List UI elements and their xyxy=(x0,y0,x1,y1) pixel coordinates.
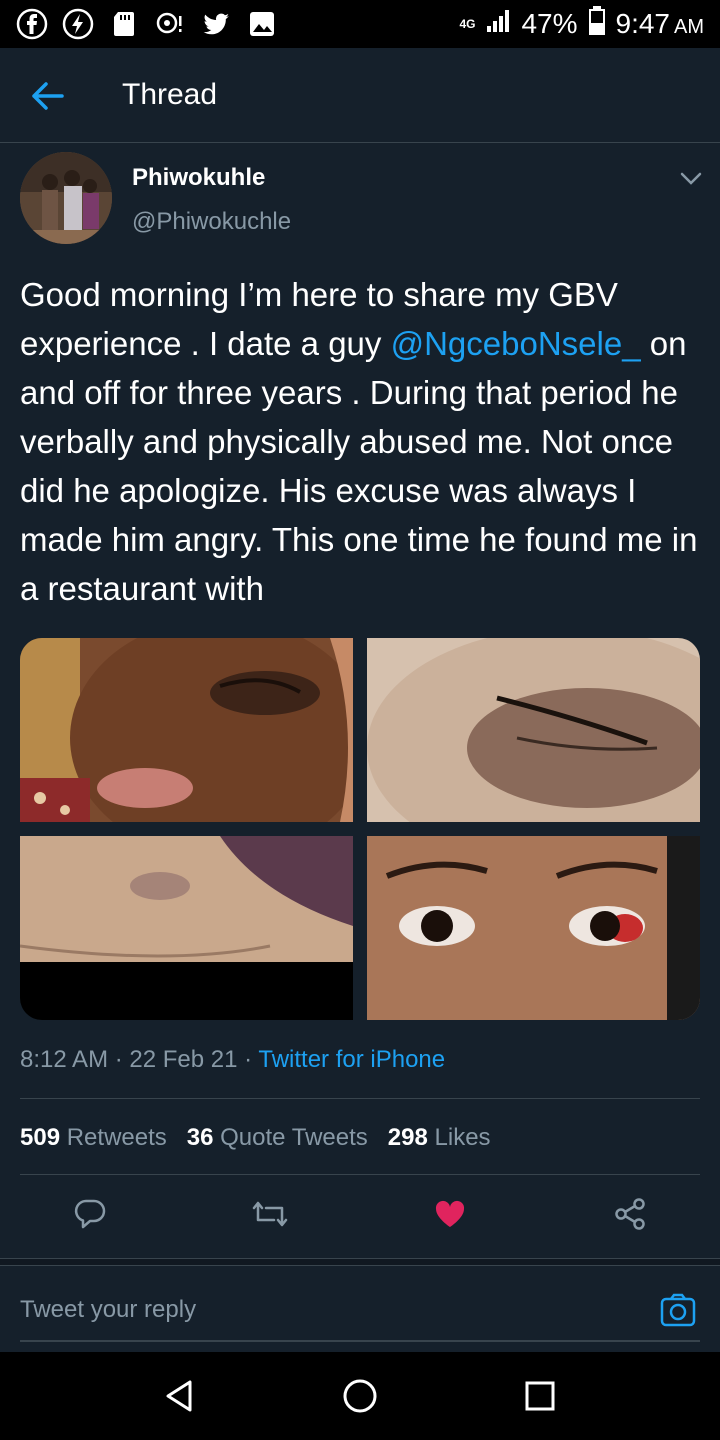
battery-icon xyxy=(588,5,606,43)
clock-ampm: AM xyxy=(674,16,704,38)
nav-recents-icon[interactable] xyxy=(520,1376,560,1416)
facebook-icon xyxy=(16,8,48,40)
tweet-text-end: on and off for three years . During that… xyxy=(20,325,698,607)
retweets-label: Retweets xyxy=(66,1124,167,1151)
likes-count: 298 xyxy=(387,1124,428,1151)
nav-home-icon[interactable] xyxy=(340,1376,380,1416)
photo-3[interactable] xyxy=(20,836,353,1020)
tweet-text: Good morning I’m here to share my GBV ex… xyxy=(20,270,710,613)
author-name[interactable]: Phiwokuhle xyxy=(132,164,265,192)
share-icon[interactable] xyxy=(610,1192,650,1236)
page-title: Thread xyxy=(122,78,218,111)
battery-percent: 47% xyxy=(521,8,578,39)
retweets-count: 509 xyxy=(20,1124,61,1151)
signal-icon xyxy=(485,8,511,41)
photo-2[interactable] xyxy=(367,638,700,822)
tweet-timestamp: 8:12 AM · 22 Feb 21 · xyxy=(20,1046,259,1073)
tweet-source-link[interactable]: Twitter for iPhone xyxy=(258,1046,445,1073)
retweet-icon[interactable] xyxy=(250,1192,290,1236)
divider xyxy=(20,1174,700,1175)
reply-input[interactable]: Tweet your reply xyxy=(20,1296,196,1324)
network-type: 4G xyxy=(459,17,476,31)
reply-icon[interactable] xyxy=(70,1192,110,1236)
tweet-stats: 509 Retweets 36 Quote Tweets 298 Likes xyxy=(20,1124,491,1152)
status-bar: 4G 47% 9:47 AM xyxy=(0,0,720,48)
divider xyxy=(20,1098,700,1099)
tweet-actions xyxy=(0,1192,720,1240)
hotspot-icon xyxy=(154,8,186,40)
nav-back-icon[interactable] xyxy=(160,1376,200,1416)
media-grid xyxy=(20,638,700,1020)
author-handle[interactable]: @Phiwokuchle xyxy=(132,208,291,236)
mention-link[interactable]: @NgceboNsele_ xyxy=(391,325,641,362)
avatar[interactable] xyxy=(20,152,112,244)
retweets-stat[interactable]: 509 Retweets xyxy=(20,1124,167,1152)
photo-4[interactable] xyxy=(367,836,700,1020)
likes-label: Likes xyxy=(434,1124,491,1151)
messenger-icon xyxy=(62,8,94,40)
twitter-icon xyxy=(200,8,232,40)
chevron-down-icon[interactable] xyxy=(676,166,706,190)
camera-icon[interactable] xyxy=(658,1290,698,1330)
photo-1[interactable] xyxy=(20,638,353,822)
section-separator xyxy=(0,1258,720,1266)
back-arrow-icon[interactable] xyxy=(28,78,68,114)
system-navigation-bar xyxy=(0,1352,720,1440)
clock: 9:47 AM xyxy=(616,8,705,40)
reply-underline xyxy=(20,1340,700,1342)
clock-time: 9:47 xyxy=(615,8,671,39)
quotes-count: 36 xyxy=(186,1124,214,1151)
sd-card-icon xyxy=(108,8,140,40)
gallery-icon xyxy=(246,8,278,40)
top-app-bar: Thread xyxy=(0,48,720,143)
like-icon[interactable] xyxy=(430,1192,470,1236)
likes-stat[interactable]: 298 Likes xyxy=(388,1124,491,1152)
quotes-label: Quote Tweets xyxy=(220,1124,368,1151)
tweet-meta: 8:12 AM · 22 Feb 21 · Twitter for iPhone xyxy=(20,1046,445,1074)
quotes-stat[interactable]: 36 Quote Tweets xyxy=(187,1124,368,1152)
